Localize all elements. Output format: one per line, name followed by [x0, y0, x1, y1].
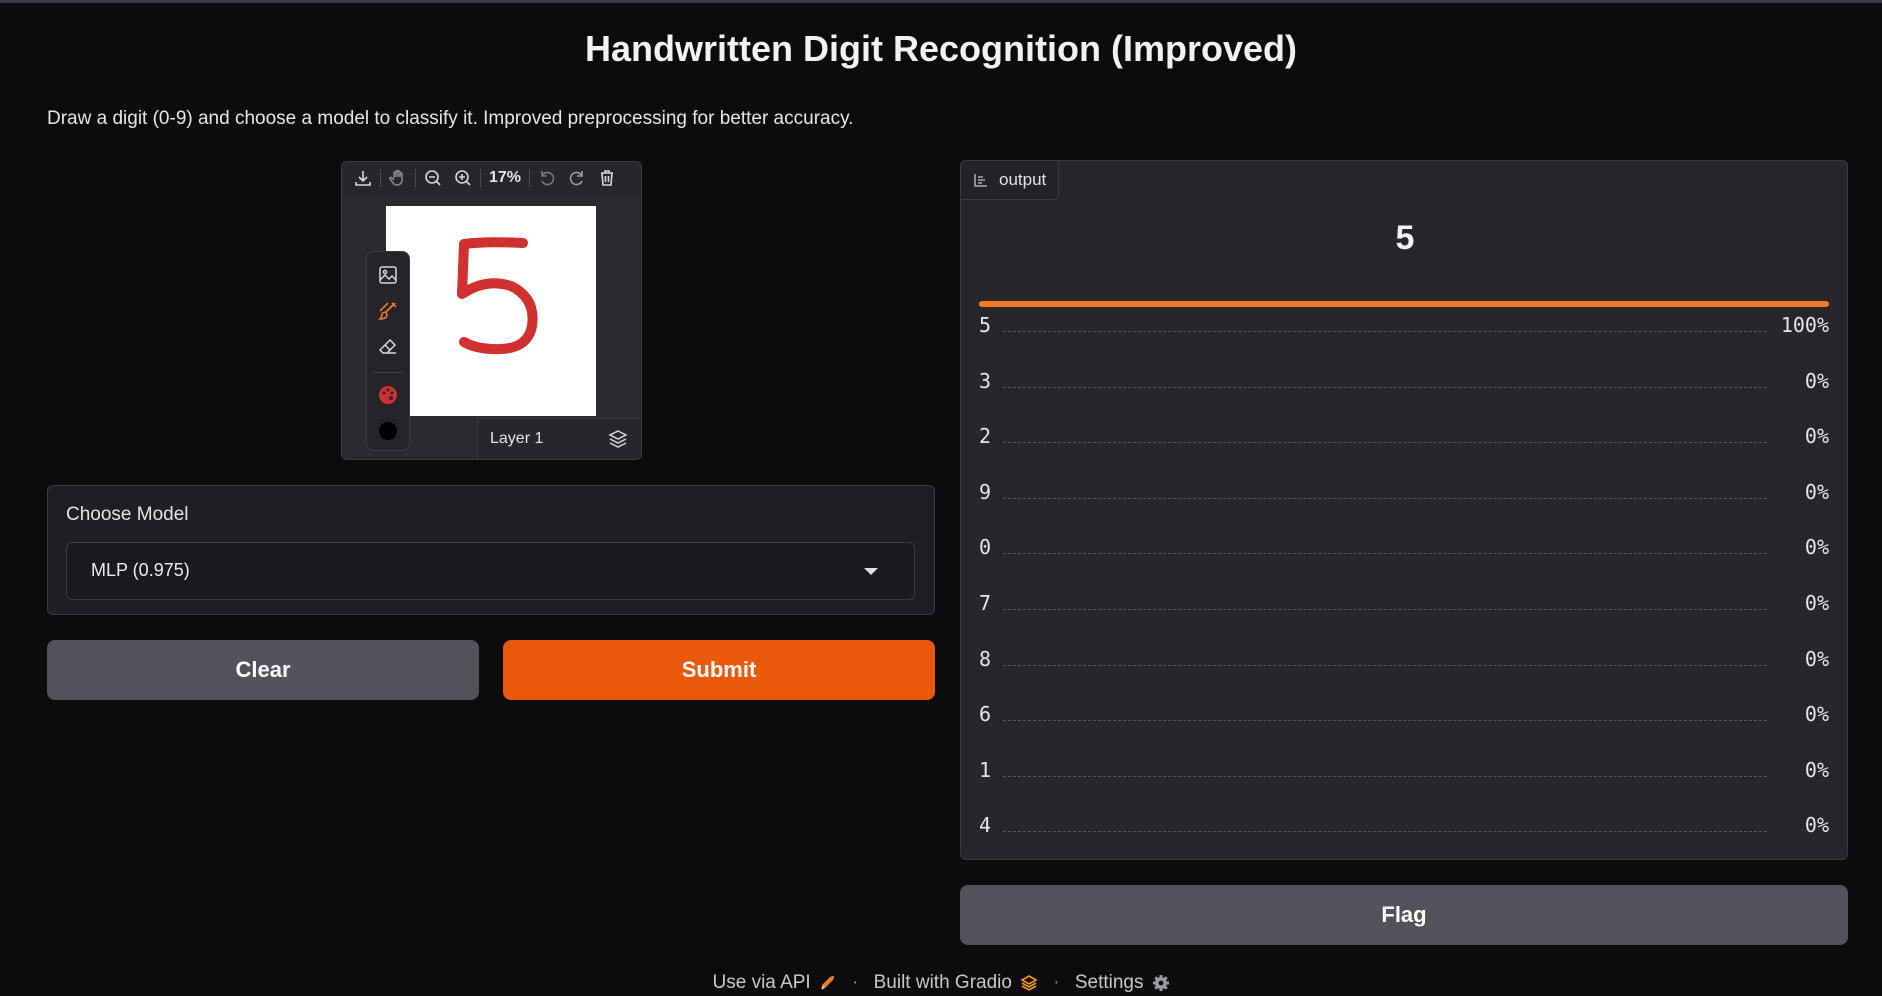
toolbar-divider — [480, 169, 481, 187]
confidence-label: 7 — [979, 590, 992, 615]
page-description: Draw a digit (0-9) and choose a model to… — [47, 108, 854, 129]
trash-icon[interactable] — [592, 164, 622, 192]
confidence-label: 9 — [979, 479, 992, 504]
flag-button[interactable]: Flag — [960, 885, 1848, 945]
confidence-row: 0 0% — [979, 523, 1829, 579]
top-border — [0, 0, 1882, 3]
model-select[interactable]: MLP (0.975) — [66, 542, 915, 600]
predicted-label: 5 — [1395, 219, 1415, 257]
eraser-icon[interactable] — [373, 332, 403, 362]
confidence-dotted-line — [1003, 831, 1767, 833]
confidence-dotted-line — [1003, 775, 1767, 777]
rocket-icon — [820, 975, 834, 990]
zoom-out-icon[interactable] — [418, 164, 448, 192]
label-chart-icon — [974, 174, 987, 187]
brush-icon[interactable] — [373, 296, 403, 326]
gradio-logo-icon — [1020, 975, 1038, 991]
confidence-label: 2 — [979, 424, 992, 449]
use-via-api-link[interactable]: Use via API — [713, 972, 811, 993]
footer-separator: · — [1053, 972, 1060, 993]
confidence-bar — [979, 301, 1829, 307]
model-selected-value: MLP (0.975) — [91, 560, 190, 580]
confidence-row: 4 0% — [979, 801, 1829, 857]
toolbar-divider — [529, 169, 531, 187]
confidence-dotted-line — [1003, 331, 1767, 332]
confidence-label: 5 — [979, 313, 992, 337]
drawing-tools-rail — [366, 251, 410, 451]
confidence-percent: 0% — [1804, 757, 1829, 782]
confidence-percent: 0% — [1804, 479, 1829, 504]
layers-icon — [608, 429, 628, 448]
layer-selector[interactable]: Layer 1 — [477, 418, 640, 458]
layer-label: Layer 1 — [490, 429, 544, 447]
confidence-percent: 0% — [1804, 368, 1829, 393]
confidence-dotted-line — [1003, 664, 1767, 666]
confidence-dotted-line — [1003, 720, 1767, 722]
built-with-gradio-link[interactable]: Built with Gradio — [874, 972, 1012, 993]
confidence-percent: 0% — [1804, 702, 1829, 727]
gear-icon — [1152, 974, 1169, 991]
zoom-in-icon[interactable] — [448, 164, 478, 192]
toolbar-divider — [380, 169, 381, 187]
confidence-row: 2 0% — [979, 412, 1829, 468]
output-panel: output 5 5 100% 3 0% 2 0% 9 0% 0 0% 7 0% 8 0% 6 0% 1 0% 4 0… — [960, 160, 1848, 860]
confidence-row: 1 0% — [979, 746, 1829, 802]
confidence-label: 8 — [979, 646, 992, 671]
confidence-row: 8 0% — [979, 635, 1829, 691]
confidence-percent: 0% — [1804, 813, 1829, 838]
confidence-percent: 0% — [1804, 646, 1829, 671]
submit-button[interactable]: Submit — [503, 640, 935, 700]
confidence-dotted-line — [1003, 386, 1767, 388]
footer: Use via API · Built with Gradio · Settin… — [0, 972, 1882, 994]
download-icon[interactable] — [348, 164, 378, 192]
confidence-percent: 0% — [1804, 590, 1829, 615]
output-tab: output — [961, 161, 1060, 200]
clear-button[interactable]: Clear — [47, 640, 479, 700]
confidence-row: 7 0% — [979, 579, 1829, 635]
drawn-digit-strokes — [457, 237, 538, 355]
confidence-dotted-line — [1003, 553, 1767, 555]
palette-icon[interactable] — [373, 380, 403, 410]
model-label: Choose Model — [66, 504, 189, 525]
rail-divider — [373, 372, 403, 373]
confidence-label: 6 — [979, 702, 992, 727]
confidence-dotted-line — [1003, 442, 1767, 444]
confidence-percent: 0% — [1804, 424, 1829, 449]
undo-icon[interactable] — [532, 164, 562, 192]
settings-link[interactable]: Settings — [1075, 972, 1144, 993]
confidence-label: 0 — [979, 535, 992, 560]
confidence-label: 4 — [979, 813, 992, 838]
image-upload-icon[interactable] — [373, 260, 403, 290]
confidence-dotted-line — [1003, 497, 1767, 499]
redo-icon[interactable] — [562, 164, 592, 192]
confidence-percent: 0% — [1804, 535, 1829, 560]
confidence-label: 1 — [979, 757, 992, 782]
confidence-percent: 100% — [1780, 313, 1829, 337]
confidence-row: 5 100% — [979, 301, 1829, 357]
toolbar-divider — [415, 169, 416, 187]
confidence-list: 5 100% 3 0% 2 0% 9 0% 0 0% 7 0% 8 0% 6 0% 1 0% 4 0% — [979, 301, 1829, 857]
brush-size-dot-icon[interactable] — [373, 416, 403, 446]
output-tab-label: output — [999, 170, 1047, 189]
confidence-row: 9 0% — [979, 468, 1829, 524]
editor-toolbar: 17% — [342, 162, 641, 194]
zoom-level: 17% — [489, 169, 522, 186]
confidence-dotted-line — [1003, 608, 1767, 610]
page-title: Handwritten Digit Recognition (Improved) — [585, 28, 1297, 69]
confidence-row: 3 0% — [979, 357, 1829, 413]
confidence-row: 6 0% — [979, 690, 1829, 746]
chevron-down-icon — [864, 568, 878, 575]
drawing-canvas[interactable] — [386, 206, 596, 416]
confidence-label: 3 — [979, 368, 992, 393]
model-dropdown-block: Choose Model MLP (0.975) — [47, 485, 935, 615]
footer-separator: · — [852, 972, 859, 993]
pan-hand-icon[interactable] — [383, 164, 413, 192]
